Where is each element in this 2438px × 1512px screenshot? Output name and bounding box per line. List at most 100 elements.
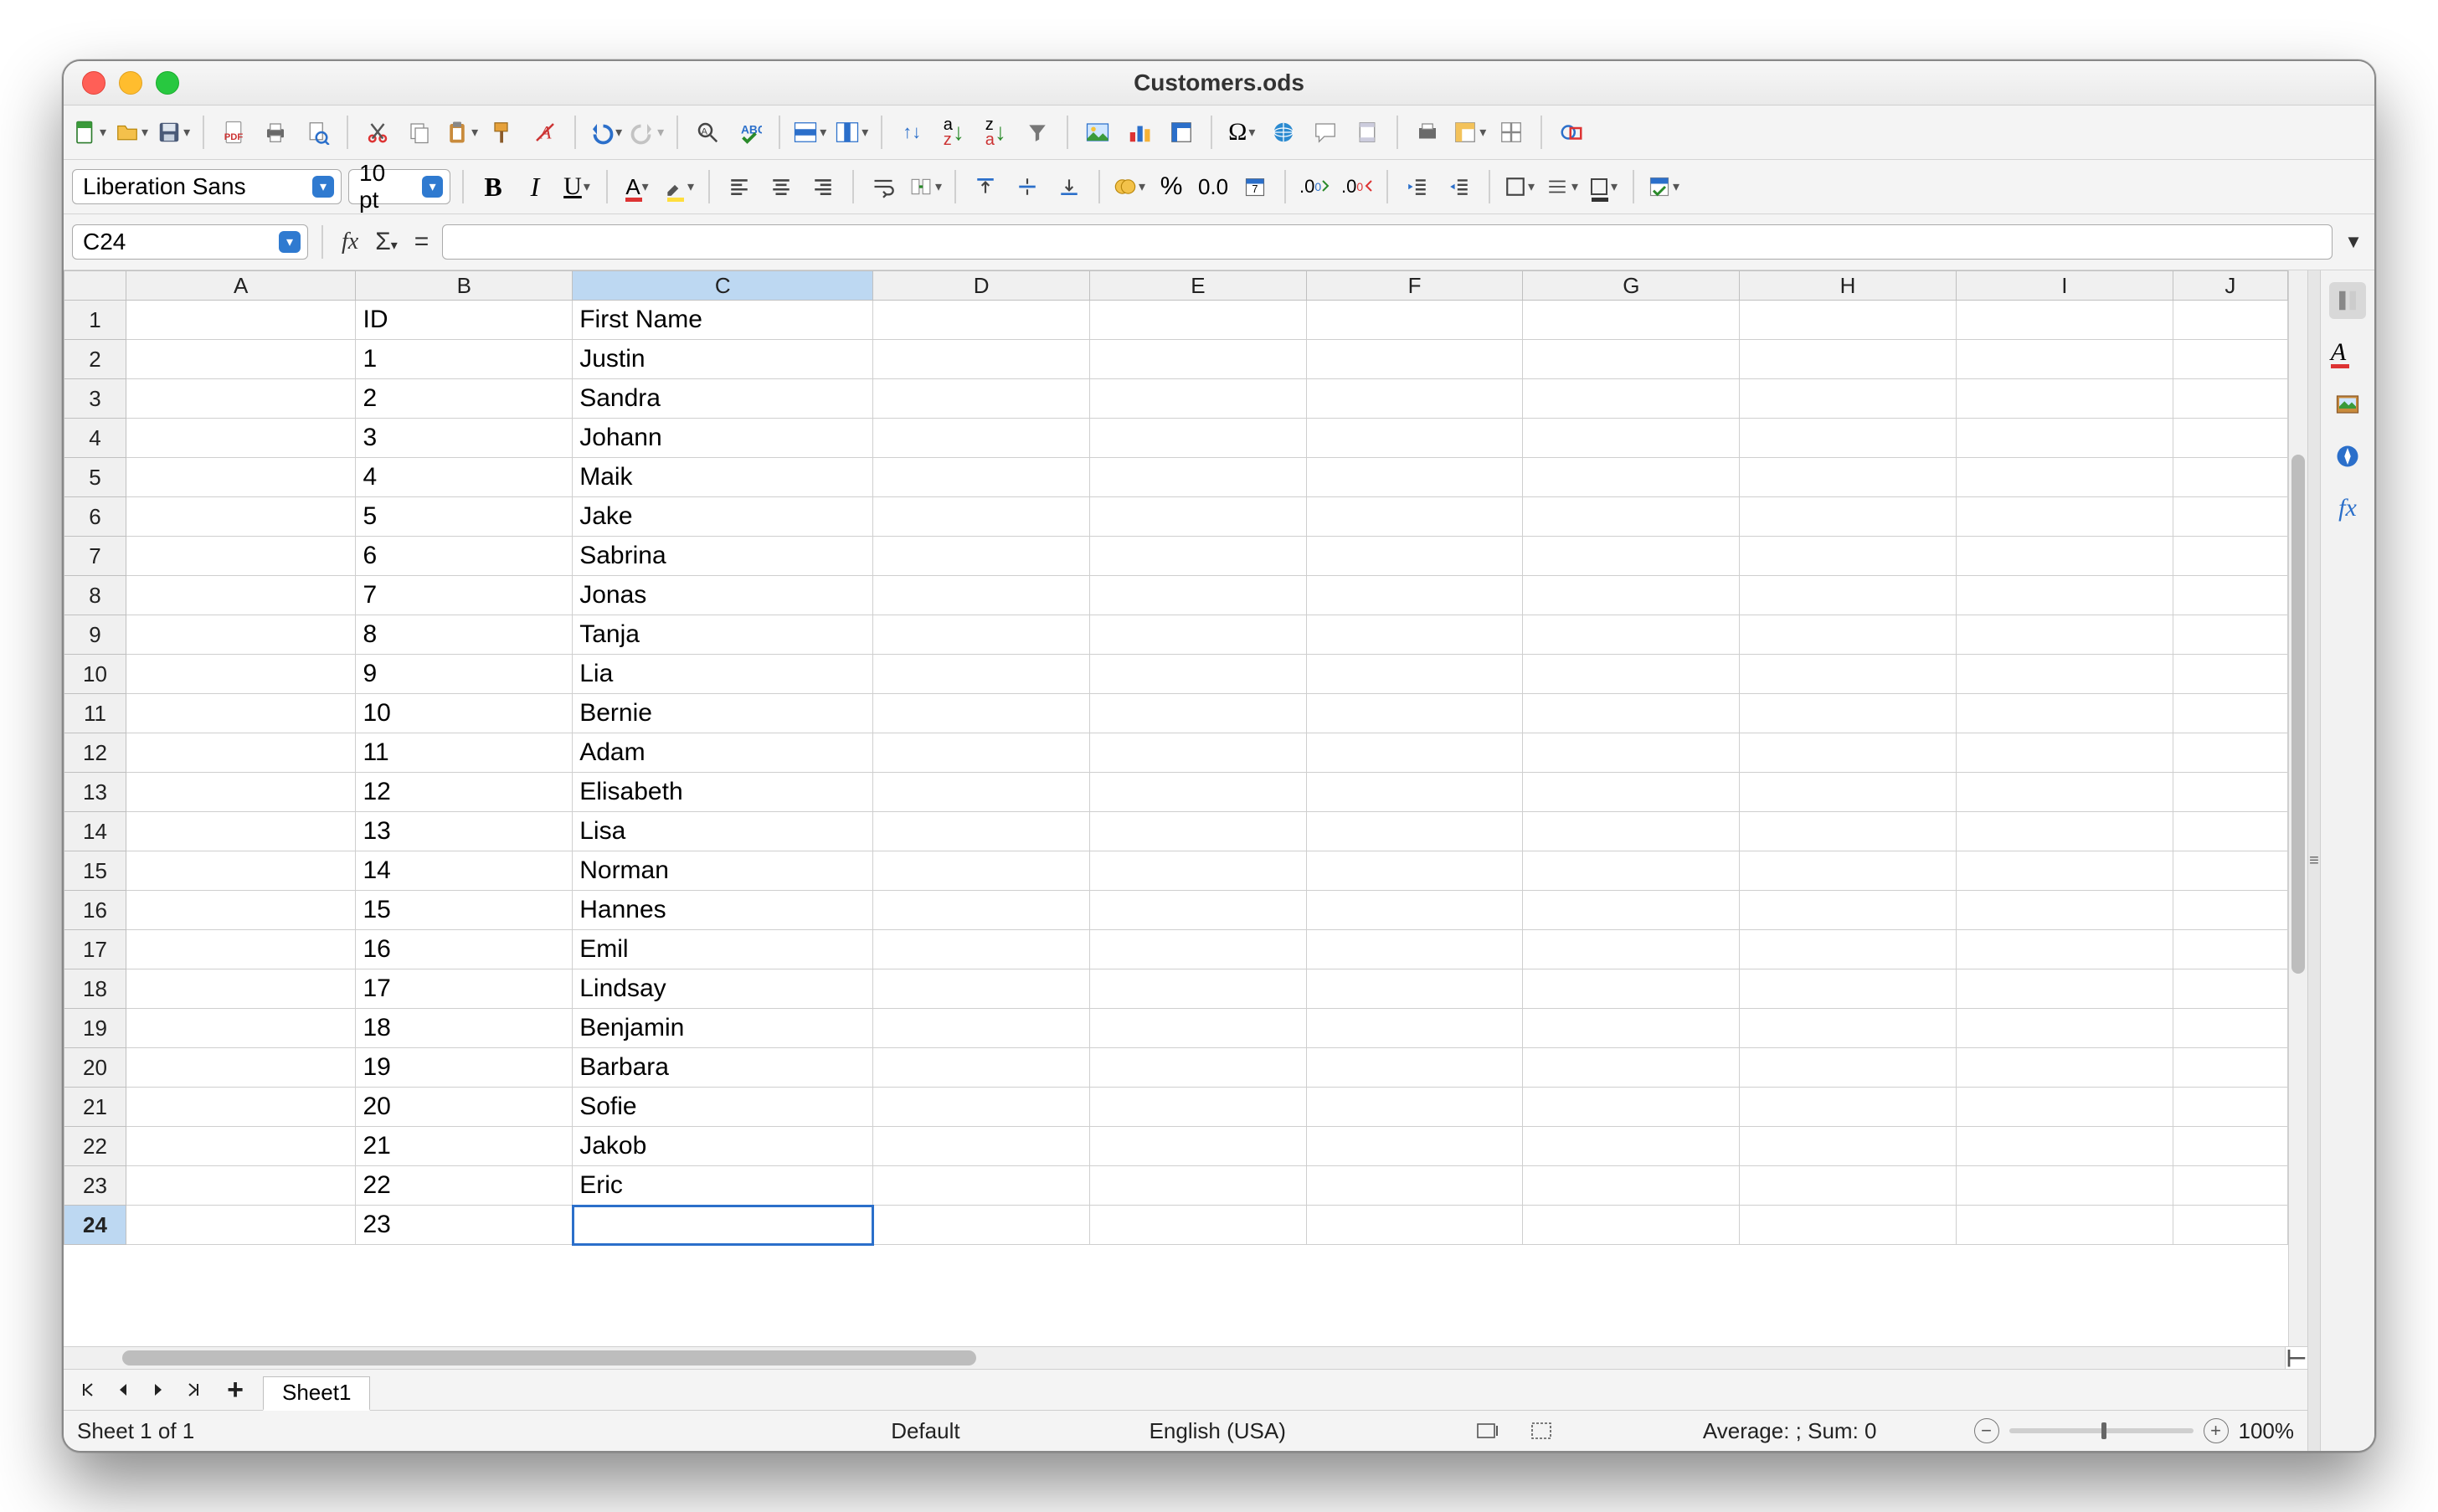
freeze-button[interactable]: ▾ [1452, 115, 1487, 150]
formula-expand-button[interactable]: ▼ [2341, 231, 2366, 253]
cell[interactable] [1090, 458, 1307, 497]
cell[interactable] [1090, 1048, 1307, 1088]
cell[interactable] [1740, 1009, 1957, 1048]
cell[interactable] [1523, 419, 1740, 458]
cell[interactable] [873, 340, 1090, 379]
row-header[interactable]: 4 [64, 419, 126, 458]
cell[interactable] [873, 1088, 1090, 1127]
cell[interactable] [1090, 419, 1307, 458]
cell[interactable] [1306, 379, 1523, 419]
autofilter-button[interactable] [1020, 115, 1055, 150]
cell[interactable]: 20 [356, 1088, 573, 1127]
cell[interactable]: 19 [356, 1048, 573, 1088]
align-left-button[interactable] [722, 169, 757, 204]
cell[interactable] [126, 733, 356, 773]
cell[interactable] [1523, 930, 1740, 969]
zoom-in-button[interactable]: + [2204, 1418, 2229, 1443]
cell[interactable]: Eric [573, 1166, 873, 1206]
valign-top-button[interactable] [968, 169, 1003, 204]
row-header[interactable]: 8 [64, 576, 126, 615]
comment-button[interactable] [1308, 115, 1343, 150]
cell[interactable] [1740, 1166, 1957, 1206]
cell[interactable] [1090, 694, 1307, 733]
cell[interactable] [873, 497, 1090, 537]
cell[interactable] [1523, 301, 1740, 340]
cell[interactable] [126, 694, 356, 733]
insert-pivot-button[interactable] [1164, 115, 1199, 150]
row-header[interactable]: 17 [64, 930, 126, 969]
cell[interactable]: 23 [356, 1206, 573, 1245]
select-all-corner[interactable] [64, 271, 126, 301]
cell[interactable] [126, 1166, 356, 1206]
cell[interactable]: Sandra [573, 379, 873, 419]
cell[interactable] [1523, 615, 1740, 655]
cell[interactable]: Justin [573, 340, 873, 379]
cell[interactable] [126, 1048, 356, 1088]
row-header[interactable]: 2 [64, 340, 126, 379]
currency-button[interactable]: ▾ [1112, 169, 1147, 204]
cell[interactable] [126, 340, 356, 379]
cell[interactable] [126, 1206, 356, 1245]
cell[interactable] [1523, 340, 1740, 379]
cell[interactable]: Tanja [573, 615, 873, 655]
column-button[interactable]: ▾ [834, 115, 869, 150]
cell[interactable]: 10 [356, 694, 573, 733]
column-header[interactable]: J [2173, 271, 2287, 301]
cell[interactable]: Lia [573, 655, 873, 694]
cell[interactable] [1956, 851, 2173, 891]
cell[interactable]: Jake [573, 497, 873, 537]
underline-button[interactable]: U▾ [559, 169, 594, 204]
redo-button[interactable]: ▾ [630, 115, 665, 150]
insert-mode-icon[interactable] [1475, 1420, 1504, 1442]
cell[interactable] [1090, 655, 1307, 694]
cell[interactable] [1740, 733, 1957, 773]
column-header[interactable]: I [1956, 271, 2173, 301]
cell[interactable] [1306, 733, 1523, 773]
cell[interactable] [2173, 969, 2287, 1009]
row-header[interactable]: 6 [64, 497, 126, 537]
valign-bottom-button[interactable] [1052, 169, 1087, 204]
cell[interactable]: 5 [356, 497, 573, 537]
cell[interactable] [1956, 1088, 2173, 1127]
cell[interactable] [126, 419, 356, 458]
cell[interactable] [1523, 891, 1740, 930]
cell[interactable] [1523, 694, 1740, 733]
cell[interactable] [873, 419, 1090, 458]
cell[interactable]: 21 [356, 1127, 573, 1166]
cell[interactable] [1090, 615, 1307, 655]
cell[interactable] [2173, 1088, 2287, 1127]
cell[interactable] [1090, 773, 1307, 812]
cell[interactable] [1740, 1127, 1957, 1166]
sidebar-navigator-button[interactable] [2329, 438, 2366, 475]
cell[interactable] [873, 773, 1090, 812]
wrap-text-button[interactable] [866, 169, 901, 204]
cell[interactable] [1523, 1127, 1740, 1166]
bold-button[interactable]: B [476, 169, 511, 204]
cell[interactable] [873, 301, 1090, 340]
cell[interactable] [873, 851, 1090, 891]
cell[interactable] [1090, 969, 1307, 1009]
row-header[interactable]: 21 [64, 1088, 126, 1127]
cell[interactable]: 15 [356, 891, 573, 930]
sidebar-gallery-button[interactable] [2329, 386, 2366, 423]
tabs-last-button[interactable] [179, 1376, 208, 1404]
name-box[interactable]: C24 ▾ [72, 224, 308, 260]
cell[interactable] [1306, 340, 1523, 379]
cell[interactable] [1306, 615, 1523, 655]
cell[interactable] [2173, 497, 2287, 537]
cell[interactable] [1306, 694, 1523, 733]
cell[interactable] [2173, 1048, 2287, 1088]
cell[interactable]: Adam [573, 733, 873, 773]
split-window-button[interactable] [1494, 115, 1529, 150]
cell[interactable] [873, 930, 1090, 969]
tabs-first-button[interactable] [74, 1376, 102, 1404]
sidebar-functions-button[interactable]: fx [2329, 490, 2366, 527]
percent-button[interactable]: % [1154, 169, 1189, 204]
row-header[interactable]: 10 [64, 655, 126, 694]
cell[interactable] [873, 615, 1090, 655]
cell[interactable] [1306, 930, 1523, 969]
align-center-button[interactable] [764, 169, 799, 204]
zoom-control[interactable]: − + 100% [1974, 1418, 2295, 1444]
row-header[interactable]: 16 [64, 891, 126, 930]
cell[interactable] [1740, 537, 1957, 576]
